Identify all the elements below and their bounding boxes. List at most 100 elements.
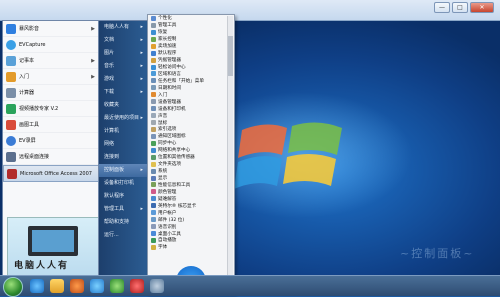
control-panel-item-icon bbox=[151, 231, 156, 237]
start-link[interactable]: 音乐 ▸ bbox=[99, 60, 147, 73]
control-panel-item-label: 字体 bbox=[158, 245, 168, 251]
pinned-program-selected[interactable]: Microsoft Office Access 2007 bbox=[3, 165, 99, 182]
arrow-right-icon[interactable]: ▶ bbox=[91, 74, 95, 80]
control-panel-item[interactable]: 默认程序 bbox=[148, 50, 234, 57]
control-panel-item[interactable]: 卖场加速 bbox=[148, 43, 234, 50]
pinned-program[interactable]: EV录屏 bbox=[3, 133, 99, 149]
control-panel-item[interactable]: 声音 bbox=[148, 112, 234, 119]
start-link[interactable]: 帮助和支持 bbox=[99, 216, 147, 229]
control-panel-item-label: 同步中心 bbox=[158, 141, 177, 147]
control-panel-item[interactable]: 家长控制 bbox=[148, 36, 234, 43]
control-panel-item-label: 轻松访问中心 bbox=[158, 65, 186, 71]
control-panel-item-icon bbox=[151, 189, 156, 195]
pinned-program[interactable]: 视频播放专家 V.2 bbox=[3, 101, 99, 117]
pinned-program[interactable]: 暴风影音 ▶ bbox=[3, 21, 99, 37]
scroll-thumb[interactable] bbox=[228, 36, 233, 76]
control-panel-item-icon bbox=[151, 196, 156, 202]
app-icon[interactable] bbox=[90, 279, 104, 293]
system-tray[interactable] bbox=[456, 280, 496, 292]
browser-icon[interactable] bbox=[110, 279, 124, 293]
submenu-scrollbar[interactable] bbox=[227, 16, 233, 288]
control-panel-item[interactable]: 性能信息和工具 bbox=[148, 182, 234, 189]
control-panel-item[interactable]: 入门 bbox=[148, 91, 234, 98]
control-panel-item[interactable]: 鼠标 bbox=[148, 119, 234, 126]
program-label: 记事本 bbox=[19, 58, 35, 64]
control-panel-item[interactable]: 设备和打印机 bbox=[148, 105, 234, 112]
minimize-button[interactable]: — bbox=[434, 2, 450, 13]
laptop-image bbox=[28, 226, 78, 256]
control-panel-item[interactable]: 通知区域图标 bbox=[148, 133, 234, 140]
pinned-program[interactable]: 远程桌面连接 bbox=[3, 149, 99, 165]
pinned-program[interactable]: EVCapture bbox=[3, 37, 99, 53]
control-panel-item[interactable]: 恢复 bbox=[148, 29, 234, 36]
control-panel-link[interactable]: 控制面板 ▸ bbox=[99, 164, 147, 177]
control-panel-item-label: 恢复 bbox=[158, 30, 168, 36]
user-picture[interactable]: 电脑人人有 bbox=[7, 217, 99, 277]
evcapture-icon bbox=[6, 39, 16, 50]
control-panel-item[interactable]: 文件夹选项 bbox=[148, 161, 234, 168]
control-panel-item[interactable]: 凭据管理器 bbox=[148, 57, 234, 64]
control-panel-item[interactable]: 语音识别 bbox=[148, 223, 234, 230]
ev-recorder-icon bbox=[6, 135, 16, 146]
control-panel-item[interactable]: 管理工具 bbox=[148, 22, 234, 29]
control-panel-item[interactable]: 网络和共享中心 bbox=[148, 147, 234, 154]
control-panel-item-label: 系统 bbox=[158, 169, 168, 175]
control-panel-item[interactable]: 英特尔® 核芯显卡 bbox=[148, 202, 234, 209]
control-panel-item[interactable]: 邮件 (32 位) bbox=[148, 216, 234, 223]
control-panel-item[interactable]: 字体 bbox=[148, 244, 234, 251]
program-label: 计算器 bbox=[19, 90, 35, 96]
maximize-button[interactable]: □ bbox=[452, 2, 468, 13]
control-panel-item[interactable]: 桌面小工具 bbox=[148, 230, 234, 237]
control-panel-item[interactable]: 索引选项 bbox=[148, 126, 234, 133]
control-panel-item-icon bbox=[151, 147, 156, 153]
tool-icon[interactable] bbox=[150, 279, 164, 293]
program-label: 视频播放专家 V.2 bbox=[19, 106, 59, 112]
start-link[interactable]: 电脑人人有 ▸ bbox=[99, 21, 147, 34]
start-link[interactable]: 连接到 bbox=[99, 151, 147, 164]
media-icon[interactable] bbox=[70, 279, 84, 293]
control-panel-item-icon bbox=[151, 64, 156, 70]
pinned-program[interactable]: 记事本 ▶ bbox=[3, 53, 99, 69]
pinned-program[interactable]: 入门 ▶ bbox=[3, 69, 99, 85]
control-panel-item[interactable]: 显示 bbox=[148, 175, 234, 182]
control-panel-item[interactable]: 疑难解答 bbox=[148, 195, 234, 202]
control-panel-item[interactable]: 区域和语言 bbox=[148, 71, 234, 78]
arrow-right-icon[interactable]: ▶ bbox=[91, 58, 95, 64]
start-link[interactable]: 文档 ▸ bbox=[99, 34, 147, 47]
control-panel-item[interactable]: 个性化 bbox=[148, 15, 234, 22]
ie-icon[interactable] bbox=[30, 279, 44, 293]
control-panel-item[interactable]: 轻松访问中心 bbox=[148, 64, 234, 71]
control-panel-item-label: 凭据管理器 bbox=[158, 58, 181, 64]
control-panel-item[interactable]: 自动播放 bbox=[148, 237, 234, 244]
start-link[interactable]: 游戏 ▸ bbox=[99, 73, 147, 86]
start-link[interactable]: 网络 bbox=[99, 138, 147, 151]
control-panel-item[interactable]: 颜色管理 bbox=[148, 188, 234, 195]
start-button[interactable] bbox=[3, 277, 23, 297]
remote-desktop-icon bbox=[6, 151, 16, 162]
link-label: 图片 bbox=[104, 50, 115, 56]
control-panel-item-label: 设备和打印机 bbox=[158, 106, 186, 112]
control-panel-item[interactable]: 位置和其他传感器 bbox=[148, 154, 234, 161]
start-link[interactable]: 图片 ▸ bbox=[99, 47, 147, 60]
control-panel-item[interactable]: 设备管理器 bbox=[148, 98, 234, 105]
pinned-program[interactable]: 计算器 bbox=[3, 85, 99, 101]
start-link[interactable]: 最近使用的项目 ▸ bbox=[99, 112, 147, 125]
start-link[interactable]: 运行... bbox=[99, 229, 147, 242]
control-panel-item[interactable]: 日期和时间 bbox=[148, 84, 234, 91]
arrow-right-icon: ▸ bbox=[140, 89, 143, 95]
start-link[interactable]: 设备和打印机 bbox=[99, 177, 147, 190]
player-icon[interactable] bbox=[130, 279, 144, 293]
start-link[interactable]: 默认程序 bbox=[99, 190, 147, 203]
start-link[interactable]: 收藏夹 bbox=[99, 99, 147, 112]
start-link[interactable]: 计算机 bbox=[99, 125, 147, 138]
folder-icon[interactable] bbox=[50, 279, 64, 293]
pinned-program[interactable]: 画图工具 bbox=[3, 117, 99, 133]
start-link[interactable]: 下载 ▸ bbox=[99, 86, 147, 99]
close-button[interactable]: ✕ bbox=[470, 2, 494, 13]
control-panel-item[interactable]: 同步中心 bbox=[148, 140, 234, 147]
control-panel-item[interactable]: 系统 bbox=[148, 168, 234, 175]
control-panel-item[interactable]: 用户帐户 bbox=[148, 209, 234, 216]
start-link[interactable]: 管理工具 ▸ bbox=[99, 203, 147, 216]
arrow-right-icon[interactable]: ▶ bbox=[91, 26, 95, 32]
control-panel-item[interactable]: 任务栏和「开始」菜单 bbox=[148, 77, 234, 84]
